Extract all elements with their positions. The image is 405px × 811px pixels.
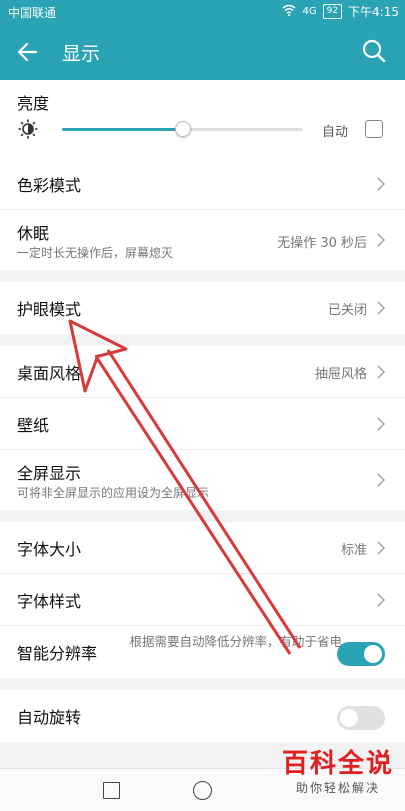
watermark-subtitle: 助你轻松解决 <box>295 781 380 795</box>
home-style-label: 桌面风格 <box>17 364 82 383</box>
brightness-slider[interactable] <box>62 121 303 137</box>
app-bar: 显示 <box>0 24 405 80</box>
search-icon[interactable] <box>361 38 387 64</box>
font-size-value: 标准 <box>340 543 367 558</box>
status-bar: 中国联通 4G 92 下午4:15 <box>0 0 405 24</box>
watermark-title: 百科全说 <box>281 749 394 779</box>
smart-resolution-row: 智能分辨率 根据需要自动降低分辨率，有助于省电 <box>0 626 405 678</box>
smart-resolution-toggle[interactable] <box>337 642 385 666</box>
font-style-row[interactable]: 字体样式 <box>0 574 405 626</box>
home-style-row[interactable]: 桌面风格 抽屉风格 <box>0 346 405 398</box>
wifi-icon <box>282 4 296 19</box>
chevron-right-icon <box>375 472 387 487</box>
smart-resolution-label: 智能分辨率 <box>17 644 98 663</box>
section-divider <box>0 510 405 522</box>
home-icon[interactable] <box>193 781 212 800</box>
eye-comfort-value: 已关闭 <box>327 303 367 318</box>
recent-apps-icon[interactable] <box>103 782 120 799</box>
font-style-label: 字体样式 <box>17 592 82 611</box>
chevron-right-icon <box>375 416 387 431</box>
sleep-description: 一定时长无操作后，屏幕熄灭 <box>17 246 174 260</box>
auto-rotate-toggle[interactable] <box>337 706 385 730</box>
sleep-value: 无操作 30 秒后 <box>277 236 367 251</box>
section-home: 桌面风格 抽屉风格 壁纸 全屏显示 可将非全屏显示的应用设为全屏显示 <box>0 346 405 510</box>
home-style-value: 抽屉风格 <box>314 367 367 382</box>
watermark-logo: 百科全说 助你轻松解决 <box>279 749 397 796</box>
color-mode-row[interactable]: 色彩模式 <box>0 158 405 210</box>
auto-rotate-row: 自动旋转 <box>0 690 405 742</box>
fullscreen-label: 全屏显示 <box>17 464 82 483</box>
color-mode-label: 色彩模式 <box>17 176 82 195</box>
chevron-right-icon <box>375 592 387 607</box>
smart-resolution-description: 根据需要自动降低分辨率，有助于省电 <box>129 634 342 649</box>
chevron-right-icon <box>375 176 387 191</box>
chevron-right-icon <box>375 300 387 315</box>
chevron-right-icon <box>375 232 387 247</box>
toggle-knob <box>340 709 358 727</box>
section-rotate: 自动旋转 <box>0 690 405 742</box>
brightness-slider-thumb[interactable] <box>174 121 191 137</box>
toggle-knob <box>364 645 382 663</box>
auto-rotate-label: 自动旋转 <box>17 708 82 727</box>
chevron-right-icon <box>375 540 387 555</box>
page-title: 显示 <box>62 43 101 65</box>
fullscreen-description: 可将非全屏显示的应用设为全屏显示 <box>17 486 210 500</box>
brightness-icon <box>18 119 38 139</box>
section-divider <box>0 334 405 346</box>
carrier-name: 中国联通 <box>8 6 57 20</box>
brightness-row: 亮度 自动 <box>0 80 405 158</box>
back-arrow-icon[interactable] <box>14 38 42 66</box>
wallpaper-label: 壁纸 <box>17 416 50 435</box>
fullscreen-row[interactable]: 全屏显示 可将非全屏显示的应用设为全屏显示 <box>0 450 405 510</box>
eye-comfort-row[interactable]: 护眼模式 已关闭 <box>0 282 405 334</box>
battery-icon: 92 <box>322 4 343 19</box>
auto-brightness-label: 自动 <box>322 125 349 140</box>
sleep-row[interactable]: 休眠 一定时长无操作后，屏幕熄灭 无操作 30 秒后 <box>0 210 405 270</box>
eye-comfort-label: 护眼模式 <box>17 300 82 319</box>
auto-brightness-checkbox[interactable] <box>365 120 383 138</box>
font-size-label: 字体大小 <box>17 540 82 559</box>
brightness-slider-fill <box>62 128 183 131</box>
section-divider <box>0 678 405 690</box>
sleep-label: 休眠 <box>17 224 50 243</box>
signal-icon: 4G <box>302 6 317 17</box>
section-font: 字体大小 标准 字体样式 智能分辨率 根据需要自动降低分辨率，有助于省电 <box>0 522 405 678</box>
brightness-label: 亮度 <box>17 94 50 113</box>
wallpaper-row[interactable]: 壁纸 <box>0 398 405 450</box>
settings-list: 亮度 自动 色彩模式 休眠 一定时长无操作后，屏幕熄灭 无操作 30 秒后 护眼… <box>0 80 405 768</box>
section-eye: 护眼模式 已关闭 <box>0 282 405 334</box>
clock: 下午4:15 <box>348 5 399 19</box>
section-divider <box>0 270 405 282</box>
section-brightness-group: 亮度 自动 色彩模式 休眠 一定时长无操作后，屏幕熄灭 无操作 30 秒后 <box>0 80 405 270</box>
font-size-row[interactable]: 字体大小 标准 <box>0 522 405 574</box>
chevron-right-icon <box>375 364 387 379</box>
